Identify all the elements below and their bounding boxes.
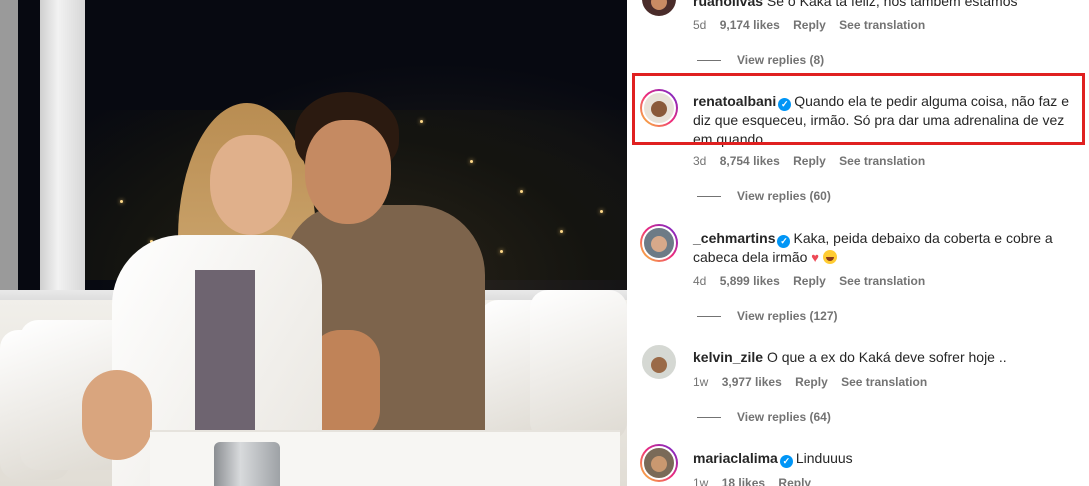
comment-text: renatoalbani ✓ Quando ela te pedir alguma … [693, 92, 1085, 149]
comment-text: mariaclalima ✓ Linduuus [693, 449, 1085, 468]
see-translation-button[interactable]: See translation [841, 375, 927, 389]
likes-count[interactable]: 18 likes [722, 476, 765, 486]
view-replies-label[interactable]: View replies (127) [737, 309, 838, 323]
likes-count[interactable]: 3,977 likes [722, 375, 782, 389]
comment-meta: 4d 5,899 likes Reply See translation [693, 273, 935, 289]
comment-body: Linduuus [795, 450, 853, 466]
view-replies-label[interactable]: View replies (60) [737, 189, 831, 203]
avatar[interactable] [640, 444, 678, 482]
comment-time[interactable]: 5d [693, 18, 706, 32]
comment-meta: 5d 9,174 likes Reply See translation [693, 17, 935, 33]
comment-username[interactable]: _cehmartins [693, 230, 775, 246]
comment-body: O que a ex do Kaká deve sofrer hoje .. [766, 349, 1007, 365]
verified-badge-icon: ✓ [777, 235, 791, 248]
verified-badge-icon: ✓ [779, 455, 793, 468]
likes-count[interactable]: 9,174 likes [720, 18, 780, 32]
comment-time[interactable]: 1w [693, 476, 708, 486]
replies-line [697, 196, 721, 198]
window-frame [40, 0, 85, 320]
comments-panel[interactable]: ruanolivas Se o Kaká tá feliz, nós també… [627, 0, 1089, 486]
comment-body: Se o Kaká tá feliz, nós também estamos [766, 0, 1018, 9]
glass [214, 442, 280, 486]
replies-line [697, 60, 721, 62]
reply-button[interactable]: Reply [793, 18, 826, 32]
see-translation-button[interactable]: See translation [839, 18, 925, 32]
view-replies-label[interactable]: View replies (64) [737, 410, 831, 424]
replies-line [697, 417, 721, 419]
replies-line [697, 316, 721, 318]
comment-username[interactable]: mariaclalima [693, 450, 778, 466]
heart-emoji-icon: ♥ [811, 250, 820, 265]
view-replies-button[interactable]: View replies (60) [697, 188, 831, 204]
reply-button[interactable]: Reply [778, 476, 811, 486]
verified-badge-icon: ✓ [778, 98, 792, 111]
avatar[interactable] [640, 89, 678, 127]
comment-text: _cehmartins ✓ Kaka, peida debaixo da cober… [693, 229, 1085, 267]
comment-time[interactable]: 4d [693, 274, 706, 288]
reply-button[interactable]: Reply [795, 375, 828, 389]
avatar[interactable] [640, 0, 678, 18]
comment-time[interactable]: 1w [693, 375, 708, 389]
see-translation-button[interactable]: See translation [839, 274, 925, 288]
comment-username[interactable]: ruanolivas [693, 0, 763, 9]
comment-meta: 1w 3,977 likes Reply See translation [693, 374, 937, 390]
reply-button[interactable]: Reply [793, 274, 826, 288]
laughing-emoji-icon [822, 250, 837, 264]
reply-button[interactable]: Reply [793, 154, 826, 168]
view-replies-button[interactable]: View replies (127) [697, 308, 838, 324]
likes-count[interactable]: 5,899 likes [720, 274, 780, 288]
avatar[interactable] [640, 343, 678, 381]
comment-username[interactable]: kelvin_zile [693, 349, 763, 365]
avatar[interactable] [640, 224, 678, 262]
see-translation-button[interactable]: See translation [839, 154, 925, 168]
comment-text: kelvin_zile O que a ex do Kaká deve sofr… [693, 348, 1085, 367]
view-replies-button[interactable]: View replies (64) [697, 409, 831, 425]
comment-text: ruanolivas Se o Kaká tá feliz, nós també… [693, 0, 1085, 11]
view-replies-label[interactable]: View replies (8) [737, 53, 824, 67]
comment-meta: 3d 8,754 likes Reply See translation [693, 153, 935, 169]
comment-meta: 1w 18 likes Reply [693, 475, 821, 486]
post-photo [0, 0, 627, 486]
comment-time[interactable]: 3d [693, 154, 706, 168]
comment-username[interactable]: renatoalbani [693, 93, 776, 109]
view-replies-button[interactable]: View replies (8) [697, 52, 824, 68]
likes-count[interactable]: 8,754 likes [720, 154, 780, 168]
